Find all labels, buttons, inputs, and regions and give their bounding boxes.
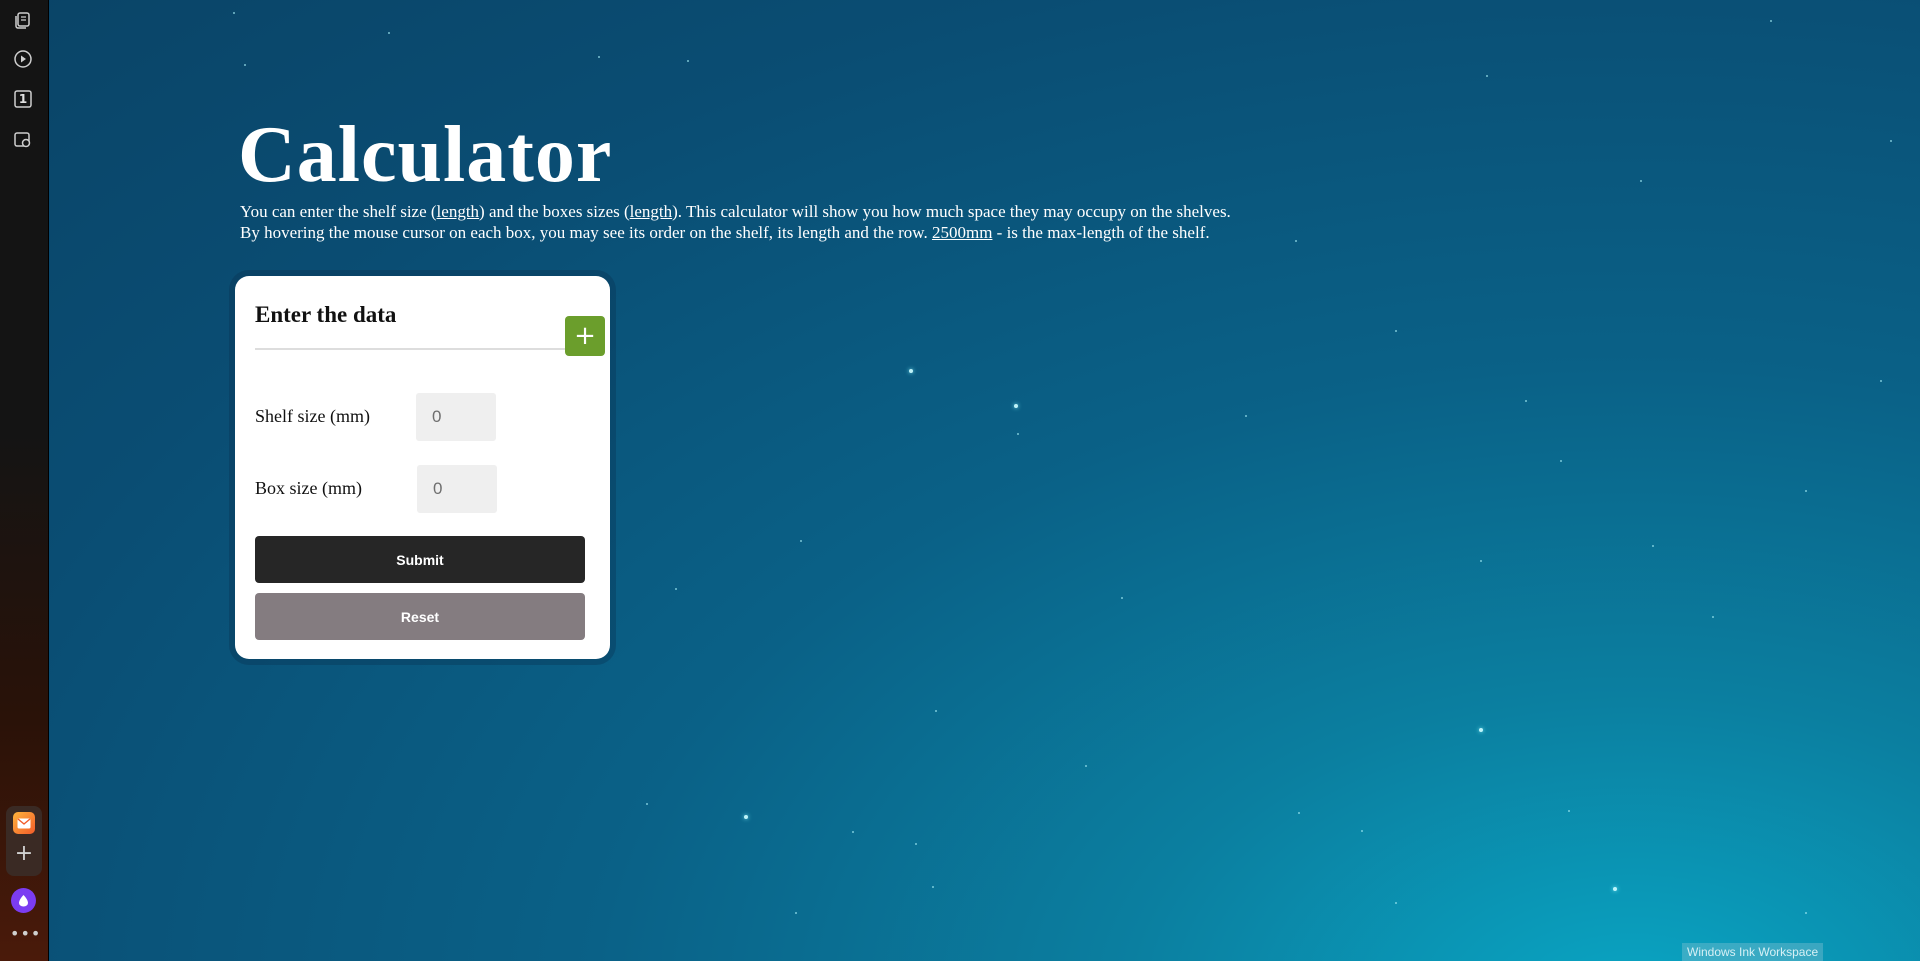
length-hint-shelf: length: [436, 202, 480, 221]
add-app-icon[interactable]: +: [14, 843, 34, 865]
box-size-input[interactable]: [417, 465, 497, 513]
tab-count-icon[interactable]: 1: [11, 87, 35, 111]
submit-button[interactable]: Submit: [255, 536, 585, 583]
shelf-size-label: Shelf size (mm): [255, 406, 370, 426]
alice-assistant-icon[interactable]: [11, 888, 36, 913]
desc-text: ). This calculator will show you how muc…: [672, 202, 1231, 221]
reset-button[interactable]: Reset: [255, 593, 585, 640]
card-header: Enter the data +: [255, 296, 605, 356]
mail-app-icon[interactable]: [13, 812, 35, 834]
video-play-icon[interactable]: [11, 47, 35, 71]
desc-text: By hovering the mouse cursor on each box…: [240, 223, 932, 242]
screenshot-camera-icon[interactable]: [11, 128, 35, 152]
shelf-size-input[interactable]: [416, 393, 496, 441]
more-icon[interactable]: •••: [10, 926, 40, 942]
desc-text: You can enter the shelf size (: [240, 202, 437, 221]
length-hint-boxes: length: [629, 202, 673, 221]
page-description: You can enter the shelf size (length) an…: [240, 201, 1390, 243]
windows-ink-workspace-button[interactable]: Windows Ink Workspace: [1682, 943, 1824, 961]
page-title: Calculator: [238, 111, 613, 199]
sidebar-apps-panel: +: [6, 806, 42, 876]
desc-text: ) and the boxes sizes (: [479, 202, 630, 221]
browser-sidebar: 1 + •••: [0, 0, 49, 961]
collections-icon[interactable]: [11, 8, 35, 32]
add-box-button[interactable]: +: [565, 316, 605, 356]
max-length-highlight: 2500mm: [931, 223, 993, 242]
desc-text: - is the max-length of the shelf.: [992, 223, 1210, 242]
box-size-label: Box size (mm): [255, 478, 362, 498]
tab-count-label: 1: [18, 92, 28, 106]
card-title: Enter the data: [255, 302, 397, 327]
data-entry-card: Enter the data + Shelf size (mm) Box siz…: [235, 276, 610, 659]
